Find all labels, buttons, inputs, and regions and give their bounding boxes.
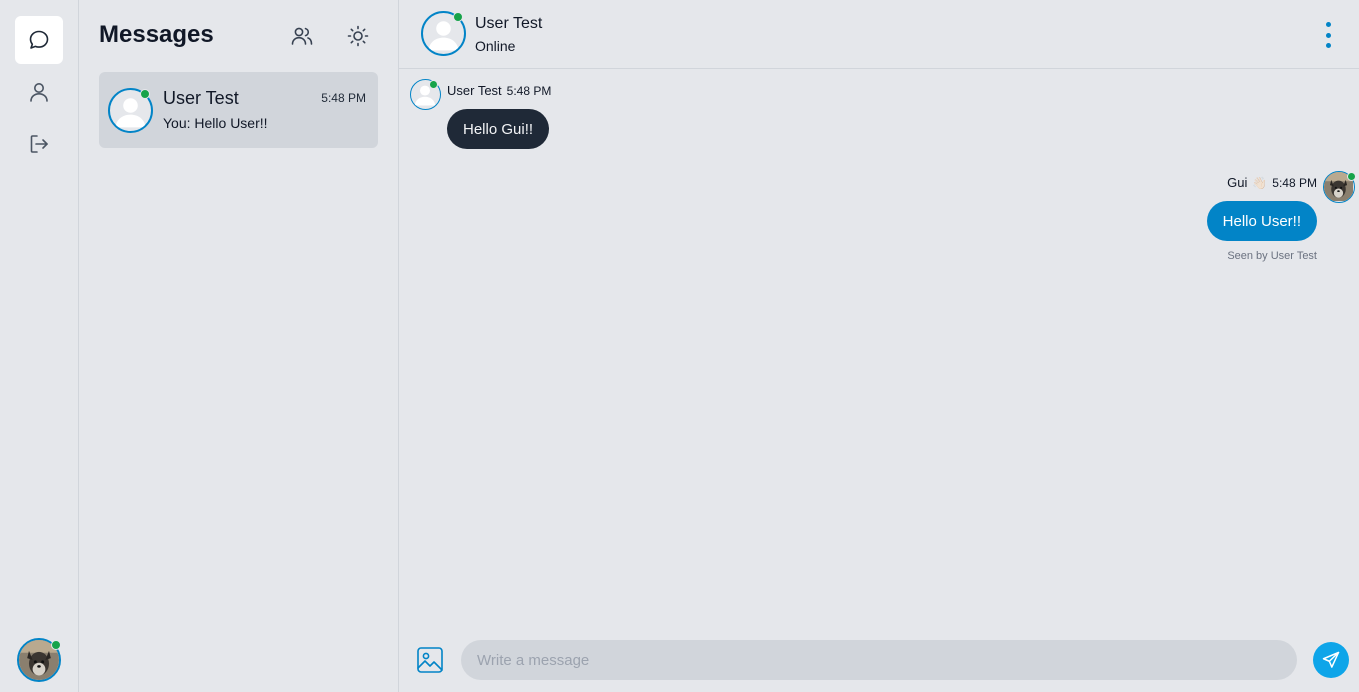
waving-hand-emoji: 👋🏻 [1252,175,1268,190]
attach-image-button[interactable] [415,645,445,675]
image-icon [417,647,443,673]
chat-contact-name: User Test [475,15,543,32]
conversation-name: User Test [163,88,239,108]
nav-rail [0,0,79,692]
online-indicator [453,12,463,22]
message-sender: User Test [447,83,502,98]
outgoing-message-bubble: Hello User!! [1206,201,1317,241]
conversation-list-panel: Messages User Test 5:48 PM You: Hello Us… [79,0,399,692]
online-indicator [429,80,438,89]
message-time: 5:48 PM [1272,175,1317,190]
page-title: Messages [99,21,214,48]
users-icon [291,27,313,45]
chat-panel: User Test Online User Test 5:48 PM Hello… [399,0,1359,692]
send-icon [1322,651,1340,668]
online-indicator [1347,172,1356,181]
online-indicator [140,89,150,99]
user-icon [30,83,48,102]
conversation-preview: You: Hello User!! [163,115,268,131]
send-button[interactable] [1313,642,1349,678]
message-sender: Gui [1227,175,1248,190]
conversation-item[interactable]: User Test 5:48 PM You: Hello User!! [99,72,378,148]
chat-header-avatar-wrapper[interactable] [421,11,466,56]
outgoing-message-meta: Gui 👋🏻 5:48 PM [1227,175,1317,190]
nav-messages-button[interactable] [15,16,63,64]
message-input[interactable] [461,640,1297,680]
incoming-message-avatar-wrapper [410,79,441,110]
chat-bubble-icon [29,30,49,49]
conversation-avatar-wrapper [108,88,153,133]
my-online-indicator [51,640,61,650]
sun-icon [347,25,369,47]
conversation-time: 5:48 PM [321,91,366,105]
seen-receipt: Seen by User Test [1227,250,1317,262]
chat-contact-status: Online [475,38,516,54]
incoming-message-meta: User Test 5:48 PM [447,83,551,98]
incoming-message-bubble: Hello Gui!! [447,109,550,149]
friends-button[interactable] [289,23,315,49]
nav-logout-button[interactable] [15,120,63,168]
nav-profile-button[interactable] [15,68,63,116]
message-time: 5:48 PM [506,84,552,98]
logout-icon [30,135,48,153]
chat-header: User Test Online [399,0,1359,69]
kebab-menu-icon[interactable] [1321,20,1335,50]
theme-toggle-button[interactable] [345,23,371,49]
